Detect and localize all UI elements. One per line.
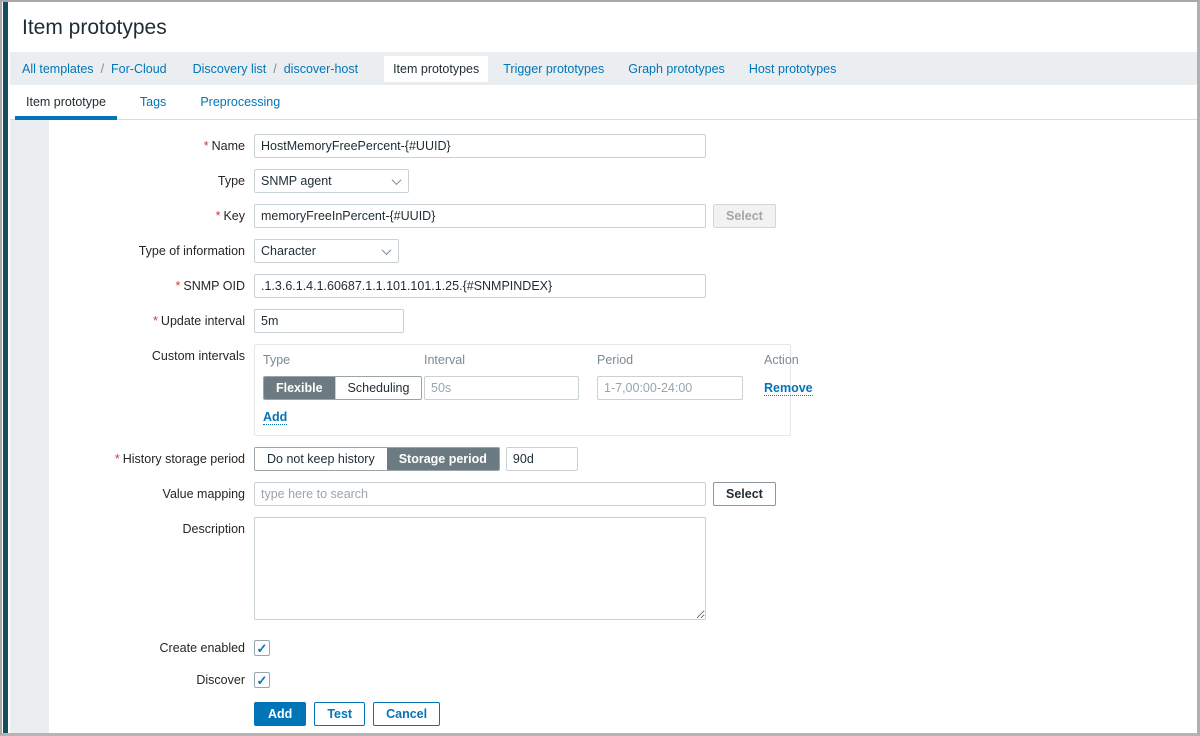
form-row-custom-intervals: Custom intervals Type Interval Period Ac… [10,344,1197,436]
cancel-button[interactable]: Cancel [373,702,440,726]
ci-period-input[interactable] [597,376,743,400]
create-enabled-label: Create enabled [10,641,254,655]
type-of-information-label: Type of information [10,244,254,258]
breadcrumb-separator: / [273,62,276,76]
history-toggle: Do not keep history Storage period [254,447,500,471]
update-interval-input[interactable] [254,309,404,333]
ci-col-type: Type [263,353,415,376]
history-period-input[interactable] [506,447,578,471]
ci-col-period: Period [597,353,755,376]
chevron-down-icon [382,245,392,255]
ci-row-type: Flexible Scheduling [263,376,415,400]
form-row-history: *History storage period Do not keep hist… [10,447,1197,471]
value-mapping-select-button[interactable]: Select [713,482,776,506]
required-mark: * [204,139,209,153]
toggle-do-not-keep-history[interactable]: Do not keep history [255,448,387,470]
discover-checkbox[interactable] [254,672,270,688]
toggle-flexible[interactable]: Flexible [264,377,335,399]
breadcrumb-link-discovery-list[interactable]: Discovery list [193,62,267,76]
toggle-scheduling[interactable]: Scheduling [335,377,422,399]
required-mark: * [115,452,120,466]
breadcrumb-link-all-templates[interactable]: All templates [22,62,94,76]
snmp-oid-label: SNMP OID [183,279,245,293]
discover-label: Discover [10,673,254,687]
required-mark: * [216,209,221,223]
breadcrumb: All templates / For-Cloud Discovery list / d… [10,52,1197,85]
breadcrumb-separator: / [101,62,104,76]
page-title: Item prototypes [22,16,1197,40]
nav-graph-prototypes[interactable]: Graph prototypes [628,62,725,76]
ci-interval-input[interactable] [424,376,579,400]
type-of-information-select[interactable]: Character [254,239,399,263]
nav-trigger-prototypes[interactable]: Trigger prototypes [503,62,604,76]
ci-remove-link[interactable]: Remove [764,381,813,396]
type-select[interactable]: SNMP agent [254,169,409,193]
custom-intervals-box: Type Interval Period Action Flexible Sch… [254,344,791,436]
required-mark: * [176,279,181,293]
required-mark: * [153,314,158,328]
form-row-snmp-oid: *SNMP OID [10,274,1197,298]
add-button[interactable]: Add [254,702,306,726]
item-prototype-form: *Name Type SNMP agent *Key Select [10,120,1197,726]
create-enabled-checkbox[interactable] [254,640,270,656]
ci-col-interval: Interval [424,353,588,376]
breadcrumb-link-discovery-rule[interactable]: discover-host [284,62,358,76]
app-window: Item prototypes All templates / For-Cloud … [0,0,1200,736]
type-of-information-value: Character [261,244,316,258]
collapsed-sidebar[interactable] [3,2,8,733]
nav-item-prototypes: Item prototypes [384,56,488,82]
type-label: Type [10,174,254,188]
type-select-value: SNMP agent [261,174,332,188]
form-row-discover: Discover [10,672,1197,688]
custom-intervals-label: Custom intervals [10,344,254,363]
ci-add-link[interactable]: Add [263,410,287,425]
form-row-value-mapping: Value mapping Select [10,482,1197,506]
test-button[interactable]: Test [314,702,365,726]
form-row-description: Description [10,517,1197,620]
form-row-key: *Key Select [10,204,1197,228]
name-input[interactable] [254,134,706,158]
tab-bar: Item prototype Tags Preprocessing [10,85,1197,120]
description-textarea[interactable] [254,517,706,620]
form-row-name: *Name [10,134,1197,158]
form-row-update-interval: *Update interval [10,309,1197,333]
value-mapping-input[interactable] [254,482,706,506]
ci-col-action: Action [764,353,813,376]
name-label: Name [212,139,245,153]
breadcrumb-discovery-group: Discovery list / discover-host [193,62,358,76]
nav-host-prototypes[interactable]: Host prototypes [749,62,837,76]
key-select-button: Select [713,204,776,228]
history-label: History storage period [123,452,245,466]
form-row-create-enabled: Create enabled [10,640,1197,656]
interval-type-toggle: Flexible Scheduling [263,376,422,400]
form-row-type-of-information: Type of information Character [10,239,1197,263]
tab-preprocessing[interactable]: Preprocessing [189,85,291,119]
tab-tags[interactable]: Tags [129,85,177,119]
form-row-type: Type SNMP agent [10,169,1197,193]
key-input[interactable] [254,204,706,228]
form-footer: Add Test Cancel [10,702,1197,726]
breadcrumb-link-template[interactable]: For-Cloud [111,62,167,76]
toggle-storage-period[interactable]: Storage period [387,448,499,470]
breadcrumb-template-group: All templates / For-Cloud [22,62,167,76]
chevron-down-icon [392,175,402,185]
snmp-oid-input[interactable] [254,274,706,298]
value-mapping-label: Value mapping [10,487,254,501]
tab-item-prototype[interactable]: Item prototype [15,85,117,119]
title-band: Item prototypes [10,2,1197,52]
description-label: Description [10,517,254,536]
update-interval-label: Update interval [161,314,245,328]
key-label: Key [223,209,245,223]
